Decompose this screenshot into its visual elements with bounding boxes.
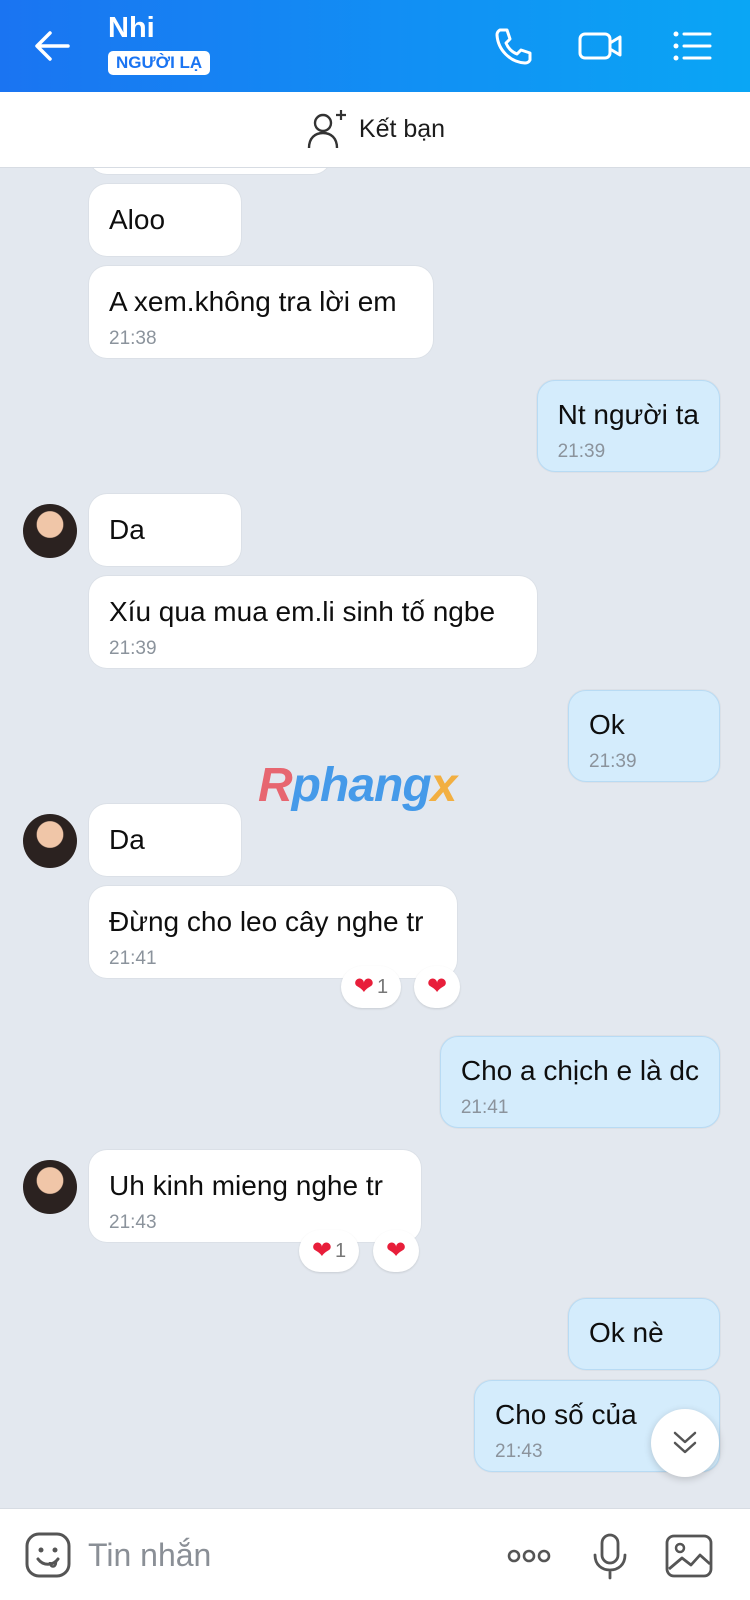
message-text: Nt người ta bbox=[557, 399, 699, 430]
contact-name[interactable]: Nhi bbox=[108, 12, 155, 45]
scroll-to-bottom-button[interactable] bbox=[651, 1409, 719, 1477]
message-bubble[interactable]: Nt người ta 21:39 bbox=[536, 380, 720, 472]
microphone-icon[interactable] bbox=[585, 1531, 635, 1581]
message-bubble[interactable]: Uh kinh mieng nghe tr 21:43 bbox=[89, 1150, 421, 1242]
message-input[interactable] bbox=[88, 1531, 468, 1579]
chat-header: Nhi NGƯỜI LẠ bbox=[0, 0, 750, 92]
message-bubble[interactable]: Ok nè bbox=[568, 1298, 720, 1370]
double-chevron-down-icon bbox=[673, 1431, 697, 1454]
heart-icon: ❤ bbox=[385, 1237, 407, 1264]
message-text: Ok nè bbox=[589, 1317, 664, 1348]
message-time: 21:43 bbox=[109, 1212, 157, 1233]
message-text: Uh kinh mieng nghe tr bbox=[109, 1170, 383, 1201]
reaction-summary[interactable]: ❤ 1 bbox=[299, 1230, 359, 1272]
stranger-badge: NGƯỜI LẠ bbox=[108, 51, 211, 75]
message-text: A xem.không tra lời em bbox=[109, 286, 397, 317]
message-text: Đừng cho leo cây nghe tr bbox=[109, 906, 424, 937]
react-heart-button[interactable]: ❤ bbox=[414, 966, 460, 1008]
message-bubble[interactable]: Xíu qua mua em.li sinh tố ngbe 21:39 bbox=[89, 576, 537, 668]
reaction-count: 1 bbox=[376, 975, 389, 998]
add-friend-icon bbox=[307, 109, 346, 148]
more-options-icon[interactable] bbox=[504, 1531, 554, 1581]
message-time: 21:39 bbox=[557, 441, 606, 462]
heart-icon: ❤ bbox=[353, 973, 374, 1000]
message-bubble[interactable]: Da bbox=[89, 494, 241, 566]
clipped-bubble bbox=[89, 168, 331, 174]
contact-avatar[interactable] bbox=[23, 1160, 77, 1214]
reaction-count: 1 bbox=[334, 1239, 347, 1262]
message-bubble[interactable]: Da bbox=[89, 804, 241, 876]
sticker-icon[interactable] bbox=[24, 1531, 72, 1579]
add-friend-label: Kết bạn bbox=[358, 115, 446, 143]
react-heart-button[interactable]: ❤ bbox=[373, 1230, 419, 1272]
message-bubble[interactable]: Aloo bbox=[89, 184, 241, 256]
message-text: Xíu qua mua em.li sinh tố ngbe bbox=[109, 596, 496, 627]
image-gallery-icon[interactable] bbox=[664, 1531, 714, 1581]
message-bubble[interactable]: Đừng cho leo cây nghe tr 21:41 bbox=[89, 886, 457, 978]
add-friend-bar: Kết bạn bbox=[0, 92, 750, 168]
contact-avatar[interactable] bbox=[23, 504, 77, 558]
reaction-summary[interactable]: ❤ 1 bbox=[341, 966, 401, 1008]
message-text: Ok bbox=[589, 709, 625, 740]
message-text: Cho a chịch e là dc bbox=[460, 1055, 699, 1086]
message-time: 21:39 bbox=[109, 638, 157, 659]
message-list[interactable]: Aloo A xem.không tra lời em 21:38 Nt ngư… bbox=[0, 168, 750, 1508]
contact-avatar[interactable] bbox=[23, 814, 77, 868]
menu-list-icon[interactable] bbox=[668, 22, 716, 70]
add-friend-button[interactable]: Kết bạn bbox=[305, 108, 445, 152]
message-text: Da bbox=[109, 514, 145, 545]
message-bubble[interactable]: Ok 21:39 bbox=[568, 690, 720, 782]
message-text: Da bbox=[109, 824, 145, 855]
message-time: 21:41 bbox=[460, 1097, 509, 1118]
message-bubble[interactable]: Cho a chịch e là dc 21:41 bbox=[439, 1036, 720, 1128]
message-bubble[interactable]: A xem.không tra lời em 21:38 bbox=[89, 266, 433, 358]
message-text: Aloo bbox=[109, 204, 166, 235]
phone-icon[interactable] bbox=[488, 22, 536, 70]
message-time: 21:38 bbox=[109, 328, 157, 349]
back-arrow-icon[interactable] bbox=[28, 22, 76, 70]
video-call-icon[interactable] bbox=[576, 22, 624, 70]
message-time: 21:39 bbox=[589, 751, 637, 772]
heart-icon: ❤ bbox=[311, 1237, 332, 1264]
message-composer bbox=[0, 1508, 750, 1600]
heart-icon: ❤ bbox=[426, 973, 448, 1000]
watermark-logo: Rphangx bbox=[258, 759, 457, 812]
